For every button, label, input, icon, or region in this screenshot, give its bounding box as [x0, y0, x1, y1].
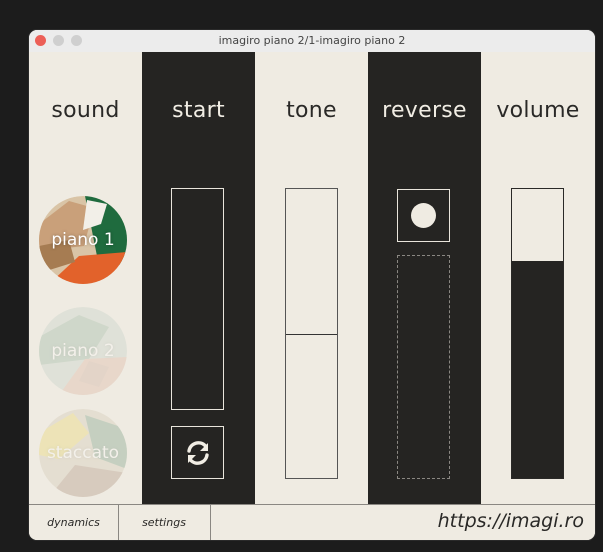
reverse-range-area[interactable] [397, 255, 450, 479]
tone-slider-handle[interactable] [286, 334, 337, 335]
sound-option-staccato[interactable]: staccato [39, 409, 127, 497]
volume-column: volume [481, 52, 595, 504]
volume-slider-fill [512, 261, 563, 478]
sound-option-piano-1[interactable]: piano 1 [39, 196, 127, 284]
settings-button[interactable]: settings [118, 505, 211, 540]
piano-1-label: piano 1 [51, 230, 115, 250]
website-link[interactable]: https://imagi.ro [438, 510, 584, 532]
reverse-column: reverse [368, 52, 481, 504]
plugin-window: imagiro piano 2/1-imagiro piano 2 sound … [29, 30, 595, 540]
staccato-label: staccato [46, 443, 120, 463]
piano-2-label: piano 2 [51, 341, 115, 361]
sound-heading: sound [51, 98, 120, 123]
start-heading: start [172, 98, 225, 123]
reverse-heading: reverse [382, 98, 467, 123]
tone-heading: tone [286, 98, 337, 123]
reload-icon [186, 440, 209, 465]
dynamics-button[interactable]: dynamics [29, 505, 119, 540]
start-position-slider[interactable] [171, 188, 224, 410]
tone-column: tone [255, 52, 368, 504]
start-column: start [142, 52, 255, 504]
sound-option-piano-2[interactable]: piano 2 [39, 307, 127, 395]
sound-column: sound piano 1 piano 2 staccato [29, 52, 142, 504]
tone-slider[interactable] [285, 188, 338, 479]
plugin-content: sound piano 1 piano 2 staccato start ton… [29, 52, 595, 504]
footer-bar: dynamics settings https://imagi.ro [29, 504, 595, 540]
window-title: imagiro piano 2/1-imagiro piano 2 [218, 34, 406, 47]
reverse-toggle[interactable] [397, 189, 450, 242]
volume-slider[interactable] [511, 188, 564, 479]
circle-icon [411, 203, 436, 228]
title-bar: imagiro piano 2/1-imagiro piano 2 [29, 30, 595, 53]
reload-button[interactable] [171, 426, 224, 479]
volume-heading: volume [496, 98, 580, 123]
